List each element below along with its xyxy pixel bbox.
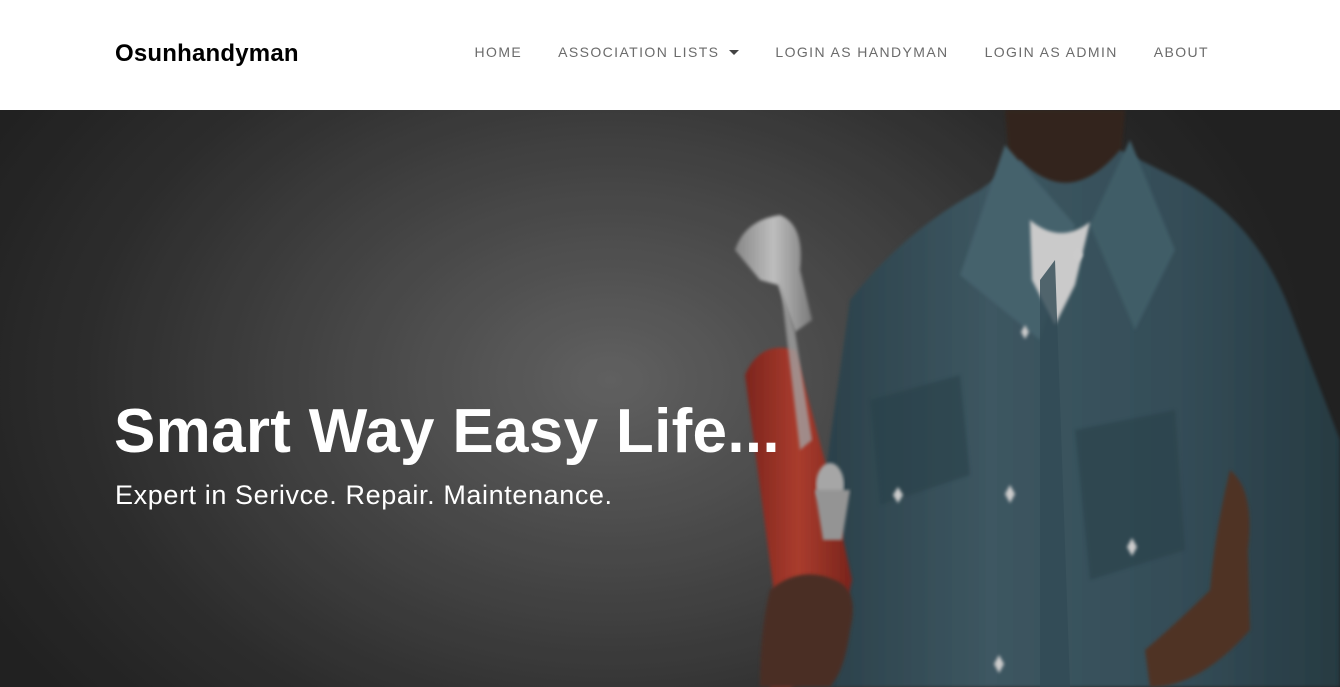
- nav-home-label: HOME: [474, 44, 523, 60]
- nav-about[interactable]: ABOUT: [1154, 42, 1209, 62]
- nav-about-label: ABOUT: [1153, 44, 1209, 60]
- navbar: Osunhandyman HOME ASSOCIATION LISTS LOGI…: [0, 0, 1340, 110]
- nav-association-lists-label: ASSOCIATION LISTS: [558, 44, 720, 60]
- nav-login-handyman-label: LOGIN AS HANDYMAN: [775, 44, 949, 60]
- nav-login-handyman[interactable]: LOGIN AS HANDYMAN: [775, 42, 948, 62]
- nav-home[interactable]: HOME: [475, 42, 523, 62]
- hero-title: Smart Way Easy Life...: [114, 397, 780, 466]
- hero-banner: Smart Way Easy Life... Expert in Serivce…: [0, 110, 1340, 687]
- nav-association-lists-dropdown[interactable]: ASSOCIATION LISTS: [558, 42, 740, 62]
- nav-login-admin[interactable]: LOGIN AS ADMIN: [985, 42, 1118, 62]
- hero-subtitle: Expert in Serivce. Repair. Maintenance.: [115, 480, 613, 510]
- caret-down-icon: [729, 49, 740, 55]
- nav-login-admin-label: LOGIN AS ADMIN: [984, 44, 1118, 60]
- brand-logo[interactable]: Osunhandyman: [115, 40, 299, 68]
- main-nav: HOME ASSOCIATION LISTS LOGIN AS HANDYMAN…: [475, 42, 1209, 62]
